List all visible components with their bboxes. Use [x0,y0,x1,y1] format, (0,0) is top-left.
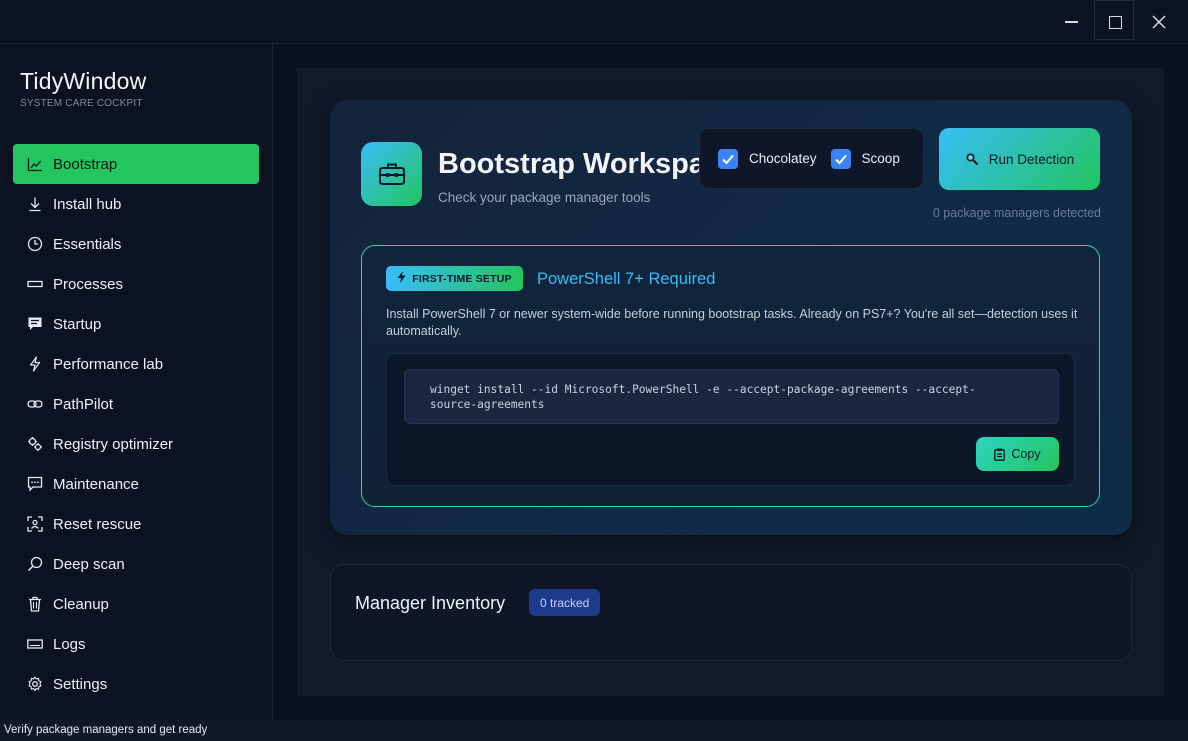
manager-inventory-card: Manager Inventory 0 tracked [330,564,1132,661]
powershell-description: Install PowerShell 7 or newer system-wid… [386,307,1078,338]
close-button[interactable] [1136,0,1182,44]
message-icon [27,316,43,332]
powershell-title: PowerShell 7+ Required [537,270,716,288]
app-title: TidyWindow [20,68,147,94]
status-bar: Verify package managers and get ready [0,720,1188,741]
run-detection-button[interactable]: Run Detection [939,128,1100,190]
chocolatey-label: Chocolatey [749,151,817,166]
sidebar-item-processes[interactable]: Processes [13,264,259,304]
sidebar-item-install-hub[interactable]: Install hub [13,184,259,224]
powershell-requirement-card: FIRST-TIME SETUP PowerShell 7+ Required … [361,245,1100,507]
install-command[interactable]: winget install --id Microsoft.PowerShell… [404,369,1059,424]
sidebar-item-settings[interactable]: Settings [13,664,259,704]
first-time-setup-badge: FIRST-TIME SETUP [386,266,523,291]
gear-icon [27,676,43,692]
bootstrap-hero-card: Bootstrap Workspace Check your package m… [330,100,1132,535]
sidebar-item-label: Performance lab [53,355,164,373]
copy-label: Copy [1011,447,1041,461]
sidebar-item-label: Processes [53,275,124,293]
scoop-checkbox[interactable]: Scoop [830,148,900,169]
chocolatey-checkbox[interactable]: Chocolatey [718,148,817,169]
download-icon [27,196,43,212]
sidebar-item-label: Registry optimizer [53,435,174,453]
sidebar-item-label: Maintenance [53,475,139,493]
sidebar-item-cleanup[interactable]: Cleanup [13,584,259,624]
trash-icon [27,596,43,612]
install-command-line: winget install --id Microsoft.PowerShell… [430,383,976,396]
checkbox-checked-icon [718,148,738,169]
sidebar-item-pathpilot[interactable]: PathPilot [13,384,259,424]
sidebar-item-label: Reset rescue [53,515,142,533]
minimize-icon [1064,21,1078,23]
page-title: Bootstrap Workspace [438,148,738,180]
sidebar-item-label: Deep scan [53,555,125,573]
keyboard-icon [27,636,43,652]
sidebar: TidyWindow SYSTEM CARE COCKPIT Bootstrap… [0,44,273,720]
sidebar-item-reset-rescue[interactable]: Reset rescue [13,504,259,544]
sidebar-item-label: Logs [53,635,86,653]
page-subtitle: Check your package manager tools [438,190,651,205]
status-text: Verify package managers and get ready [4,724,208,736]
sidebar-nav: Bootstrap Install hub Essentials Process… [13,144,259,704]
chart-icon [27,156,43,172]
package-manager-selector: Chocolatey Scoop [699,128,924,189]
sidebar-item-startup[interactable]: Startup [13,304,259,344]
minimize-button[interactable] [1048,0,1094,44]
sidebar-item-label: PathPilot [53,395,114,413]
sidebar-item-registry-optimizer[interactable]: Registry optimizer [13,424,259,464]
rectangle-icon [27,276,43,292]
title-bar [0,0,1188,44]
command-panel: winget install --id Microsoft.PowerShell… [386,353,1075,486]
sidebar-item-label: Essentials [53,235,122,253]
detected-count: 0 package managers detected [932,206,1101,220]
search-icon [27,556,43,572]
app-subtitle: SYSTEM CARE COCKPIT [20,98,143,109]
run-detection-label: Run Detection [988,151,1075,167]
link-icon [27,396,43,412]
sidebar-item-label: Bootstrap [53,155,118,173]
install-command-line: source-agreements [430,398,545,411]
sidebar-item-logs[interactable]: Logs [13,624,259,664]
person-scan-icon [27,516,43,532]
sidebar-item-label: Cleanup [53,595,109,613]
checkbox-checked-icon [830,148,851,169]
clock-icon [27,236,43,252]
sidebar-item-bootstrap[interactable]: Bootstrap [13,144,259,184]
maximize-button[interactable] [1092,0,1138,44]
copy-button[interactable]: Copy [976,437,1059,471]
lightning-icon [27,356,43,372]
sidebar-item-performance-lab[interactable]: Performance lab [13,344,259,384]
sidebar-item-label: Settings [53,675,108,693]
magnifier-icon [965,152,979,166]
chat-icon [27,476,43,492]
brand: TidyWindow SYSTEM CARE COCKPIT [20,68,146,109]
tracked-count-badge: 0 tracked [529,589,601,616]
lightning-icon [397,271,406,286]
sidebar-item-label: Install hub [53,195,122,213]
gears-icon [27,436,43,452]
scoop-label: Scoop [861,151,900,166]
app-window: TidyWindow SYSTEM CARE COCKPIT Bootstrap… [0,0,1188,741]
badge-label: FIRST-TIME SETUP [412,272,512,285]
toolbox-icon [361,142,422,206]
inventory-title: Manager Inventory [355,593,506,613]
sidebar-item-essentials[interactable]: Essentials [13,224,259,264]
sidebar-item-deep-scan[interactable]: Deep scan [13,544,259,584]
sidebar-item-maintenance[interactable]: Maintenance [13,464,259,504]
close-icon [1152,15,1166,29]
maximize-icon [1108,15,1122,29]
clipboard-icon [994,448,1006,461]
sidebar-item-label: Startup [53,315,102,333]
